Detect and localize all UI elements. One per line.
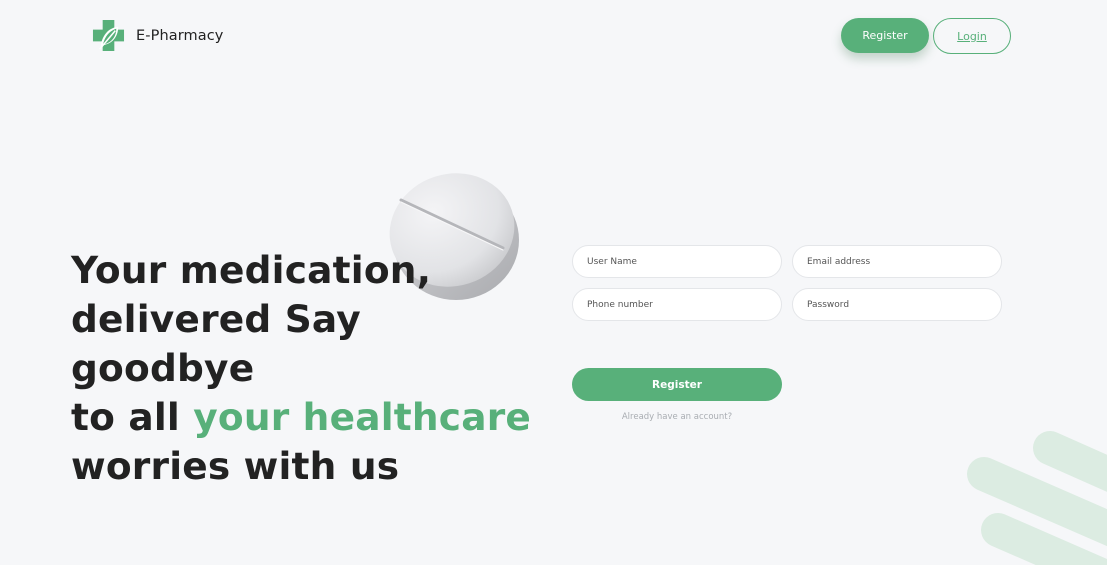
- phone-input[interactable]: [572, 288, 782, 321]
- header-login-link[interactable]: Login: [933, 18, 1011, 54]
- hero-line-3: to all your healthcare: [71, 393, 541, 442]
- hero-line-2: delivered Say goodbye: [71, 297, 361, 390]
- hero-line-1: Your medication,: [71, 248, 432, 292]
- hero-highlight: your healthcare: [193, 395, 532, 439]
- medical-cross-leaf-icon: [92, 19, 125, 52]
- username-input[interactable]: [572, 245, 782, 278]
- email-input[interactable]: [792, 245, 1002, 278]
- hero-line-4: worries with us: [71, 444, 400, 488]
- hero-headline: Your medication, delivered Say goodbye t…: [71, 246, 541, 491]
- register-submit-button[interactable]: Register: [572, 368, 782, 401]
- hero-line-3-prefix: to all: [71, 395, 194, 439]
- header-register-button[interactable]: Register: [841, 18, 929, 53]
- register-page: E-Pharmacy Register Login Your medicatio…: [0, 0, 1107, 565]
- brand-name: E-Pharmacy: [136, 27, 224, 44]
- password-input[interactable]: [792, 288, 1002, 321]
- decorative-stripes: [967, 431, 1107, 565]
- brand-logo[interactable]: E-Pharmacy: [92, 19, 223, 52]
- login-prompt-link[interactable]: Already have an account?: [572, 412, 782, 422]
